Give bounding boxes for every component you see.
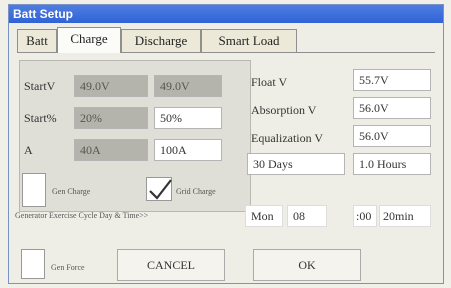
equalization-v-field[interactable]: 56.0V (353, 125, 431, 147)
tab-smart-load[interactable]: Smart Load (201, 29, 297, 53)
exercise-minute-field[interactable]: :00 (353, 205, 377, 227)
absorption-v-label: Absorption V (251, 103, 317, 117)
startv-min-field: 49.0V (74, 75, 148, 97)
exercise-day-field[interactable]: Mon (245, 205, 283, 227)
tab-batt[interactable]: Batt (17, 29, 57, 53)
gen-force-label: Gen Force (51, 263, 85, 272)
start-percent-label: Start% (24, 111, 57, 125)
start-percent-min-field: 20% (74, 107, 148, 129)
equalization-hours-field[interactable]: 1.0 Hours (353, 153, 431, 175)
exercise-time-field[interactable]: 08 (287, 205, 327, 227)
startv-label: StartV (24, 79, 56, 93)
batt-setup-window: Batt Setup Batt Charge Discharge Smart L… (8, 4, 444, 284)
tab-charge[interactable]: Charge (57, 27, 121, 53)
absorption-v-field[interactable]: 56.0V (353, 97, 431, 119)
amps-label: A (24, 143, 33, 157)
amps-min-field: 40A (74, 139, 148, 161)
start-percent-field[interactable]: 50% (154, 107, 222, 129)
grid-charge-label: Grid Charge (176, 187, 216, 196)
gen-charge-label: Gen Charge (52, 187, 91, 196)
ok-button[interactable]: OK (253, 249, 361, 281)
startv-field[interactable]: 49.0V (154, 75, 222, 97)
window-title: Batt Setup (9, 5, 443, 23)
start-charge-panel: StartV 49.0V 49.0V Start% 20% 50% A 40A … (19, 60, 251, 212)
equalization-days-field[interactable]: 30 Days (247, 153, 345, 175)
equalization-v-label: Equalization V (251, 131, 324, 145)
checkmark-icon (149, 179, 172, 200)
cancel-button[interactable]: CANCEL (117, 249, 225, 281)
float-v-field[interactable]: 55.7V (353, 69, 431, 91)
tab-discharge[interactable]: Discharge (121, 29, 201, 53)
grid-charge-checkbox[interactable] (146, 177, 172, 201)
amps-field[interactable]: 100A (154, 139, 222, 161)
gen-charge-checkbox[interactable] (22, 173, 46, 207)
generator-exercise-label: Generator Exercise Cycle Day & Time>> (15, 211, 149, 220)
exercise-duration-field[interactable]: 20min (379, 205, 431, 227)
float-v-label: Float V (251, 75, 288, 89)
gen-force-checkbox[interactable] (21, 249, 45, 279)
